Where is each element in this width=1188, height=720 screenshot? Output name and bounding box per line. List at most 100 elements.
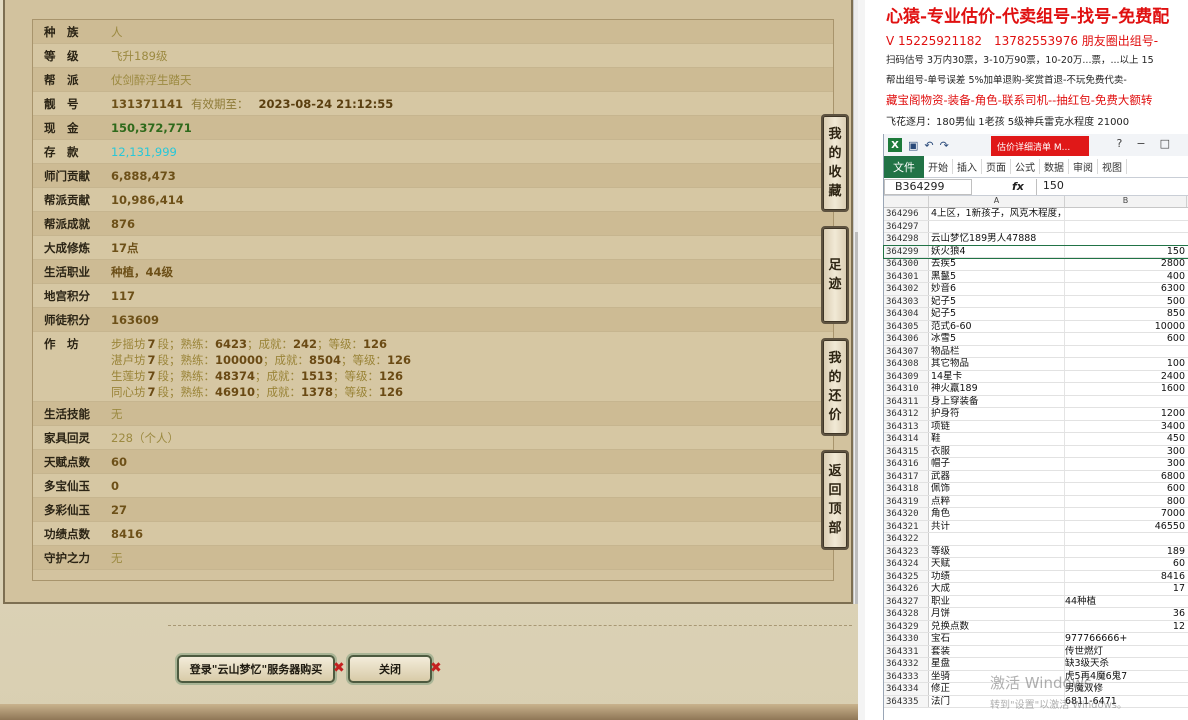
row-number[interactable]: 364315 <box>884 445 929 457</box>
cell-a[interactable]: 妖火狼4 <box>929 245 1065 257</box>
row-number[interactable]: 364331 <box>884 645 929 657</box>
sheet-row[interactable]: 364332 星盘 缺3级天杀 <box>884 658 1188 671</box>
cell-b[interactable]: 12 <box>1065 621 1187 633</box>
sheet-row[interactable]: 364316 帽子 300 <box>884 458 1188 471</box>
cell-b[interactable] <box>1065 533 1187 545</box>
cell-b[interactable]: 44种植 <box>1065 596 1187 608</box>
ribbon-tab[interactable]: 公式 <box>1011 159 1040 174</box>
name-box[interactable]: B364299 <box>884 178 972 195</box>
close-button[interactable]: 关闭 <box>348 655 432 683</box>
row-number[interactable]: 364307 <box>884 345 929 357</box>
cell-a[interactable]: 等级 <box>929 545 1065 557</box>
column-a-header[interactable]: A <box>929 196 1065 207</box>
spreadsheet-grid[interactable]: 3642964上区，1新孩子，风克木程度，传世景行细节克木，装364297364… <box>883 208 1188 708</box>
cell-a[interactable]: 妙音6 <box>929 283 1065 295</box>
cell-a[interactable]: 云山梦忆189男人47888 <box>929 233 1065 245</box>
row-number[interactable]: 364332 <box>884 658 929 670</box>
cell-b[interactable]: 189 <box>1065 546 1187 558</box>
my-favorites-button[interactable]: 我的收藏 <box>821 114 849 212</box>
cell-a[interactable]: 兑换点数 <box>929 620 1065 632</box>
row-number[interactable]: 364303 <box>884 295 929 307</box>
cell-a[interactable]: 神火羸189 <box>929 383 1065 395</box>
sheet-row[interactable]: 364330 宝石 977766666+ <box>884 633 1188 646</box>
sheet-row[interactable]: 364321 共计 46550 <box>884 520 1188 533</box>
cell-a[interactable]: 点粹 <box>929 495 1065 507</box>
sheet-row[interactable]: 364301 黑鬣5 400 <box>884 270 1188 283</box>
sheet-row[interactable]: 364305 范式6-60 10000 <box>884 320 1188 333</box>
cell-a[interactable]: 套装 <box>929 645 1065 657</box>
sheet-row[interactable]: 364314 鞋 450 <box>884 433 1188 446</box>
cell-b[interactable]: 150 <box>1065 246 1187 258</box>
column-b-header[interactable]: B <box>1065 196 1187 207</box>
ribbon-tab[interactable]: 开始 <box>924 159 953 174</box>
row-number[interactable]: 364312 <box>884 408 929 420</box>
cell-a[interactable] <box>929 533 1065 545</box>
cell-a[interactable]: 其它物品 <box>929 358 1065 370</box>
row-number[interactable]: 364314 <box>884 433 929 445</box>
row-number[interactable]: 364321 <box>884 520 929 532</box>
sheet-row[interactable]: 364328 月饼 36 <box>884 608 1188 621</box>
sheet-row[interactable]: 364310 神火羸189 1600 <box>884 383 1188 396</box>
row-number[interactable]: 364335 <box>884 695 929 707</box>
cell-b[interactable]: 500 <box>1065 296 1187 308</box>
cell-a[interactable]: 项链 <box>929 420 1065 432</box>
cell-a[interactable]: 冰雪5 <box>929 333 1065 345</box>
sheet-row[interactable]: 364298 云山梦忆189男人47888 <box>884 233 1188 246</box>
sheet-row[interactable]: 364317 武器 6800 <box>884 470 1188 483</box>
cell-b[interactable]: 6300 <box>1065 283 1187 295</box>
cell-b[interactable] <box>1065 221 1187 233</box>
cell-a[interactable]: 妃子5 <box>929 295 1065 307</box>
sheet-row[interactable]: 364299 妖火狼4 150 <box>883 244 1188 259</box>
cell-b[interactable]: 2800 <box>1065 258 1187 270</box>
sheet-row[interactable]: 364307 物品栏 <box>884 345 1188 358</box>
cell-b[interactable]: 6800 <box>1065 471 1187 483</box>
cell-a[interactable]: 黑鬣5 <box>929 270 1065 282</box>
row-number[interactable]: 364324 <box>884 558 929 570</box>
cell-b[interactable]: 300 <box>1065 446 1187 458</box>
row-number[interactable]: 364311 <box>884 395 929 407</box>
login-purchase-button[interactable]: 登录"云山梦忆"服务器购买 <box>177 655 335 683</box>
row-number[interactable]: 364313 <box>884 420 929 432</box>
cell-a[interactable]: 身上穿装备 <box>929 395 1065 407</box>
ribbon-tab[interactable]: 视图 <box>1098 159 1127 174</box>
sheet-row[interactable]: 364308 其它物品 100 <box>884 358 1188 371</box>
cell-a[interactable]: 月饼 <box>929 608 1065 620</box>
sheet-row[interactable]: 364322 <box>884 533 1188 546</box>
redo-icon[interactable]: ↷ <box>940 139 949 152</box>
row-number[interactable]: 364296 <box>884 208 929 220</box>
window-controls[interactable]: ?−□ <box>1117 137 1184 150</box>
cell-a[interactable]: 宝石 <box>929 633 1065 645</box>
ribbon-tab[interactable]: 数据 <box>1040 159 1069 174</box>
sheet-row[interactable]: 364315 衣服 300 <box>884 445 1188 458</box>
row-number[interactable]: 364330 <box>884 633 929 645</box>
cell-b[interactable]: 1200 <box>1065 408 1187 420</box>
cell-a[interactable]: 共计 <box>929 520 1065 532</box>
row-number[interactable]: 364310 <box>884 383 929 395</box>
cell-a[interactable]: 妃子5 <box>929 308 1065 320</box>
formula-input[interactable]: 150 <box>1035 178 1188 195</box>
cell-b[interactable]: 450 <box>1065 433 1187 445</box>
cell-b[interactable]: 60 <box>1065 558 1187 570</box>
sheet-row[interactable]: 364325 功绩 8416 <box>884 570 1188 583</box>
ribbon-tab[interactable]: 插入 <box>953 159 982 174</box>
cell-a[interactable]: 大成 <box>929 583 1065 595</box>
sheet-row[interactable]: 364319 点粹 800 <box>884 495 1188 508</box>
cell-b[interactable]: 8416 <box>1065 571 1187 583</box>
row-number[interactable]: 364327 <box>884 595 929 607</box>
sheet-row[interactable]: 364323 等级 189 <box>884 545 1188 558</box>
cell-b[interactable]: 7000 <box>1065 508 1187 520</box>
cell-b[interactable]: 3400 <box>1065 421 1187 433</box>
cell-b[interactable]: 850 <box>1065 308 1187 320</box>
row-number[interactable]: 364300 <box>884 258 929 270</box>
row-number[interactable]: 364301 <box>884 270 929 282</box>
cell-b[interactable]: 100 <box>1065 358 1187 370</box>
row-number[interactable]: 364302 <box>884 283 929 295</box>
sheet-row[interactable]: 364297 <box>884 220 1188 233</box>
cell-b[interactable] <box>1065 346 1187 358</box>
cell-b[interactable] <box>1065 208 1187 220</box>
cell-b[interactable]: 36 <box>1065 608 1187 620</box>
cell-a[interactable]: 帽子 <box>929 458 1065 470</box>
cell-b[interactable]: 传世燃灯 <box>1065 646 1187 658</box>
cell-a[interactable]: 功绩 <box>929 570 1065 582</box>
row-number[interactable]: 364333 <box>884 670 929 682</box>
